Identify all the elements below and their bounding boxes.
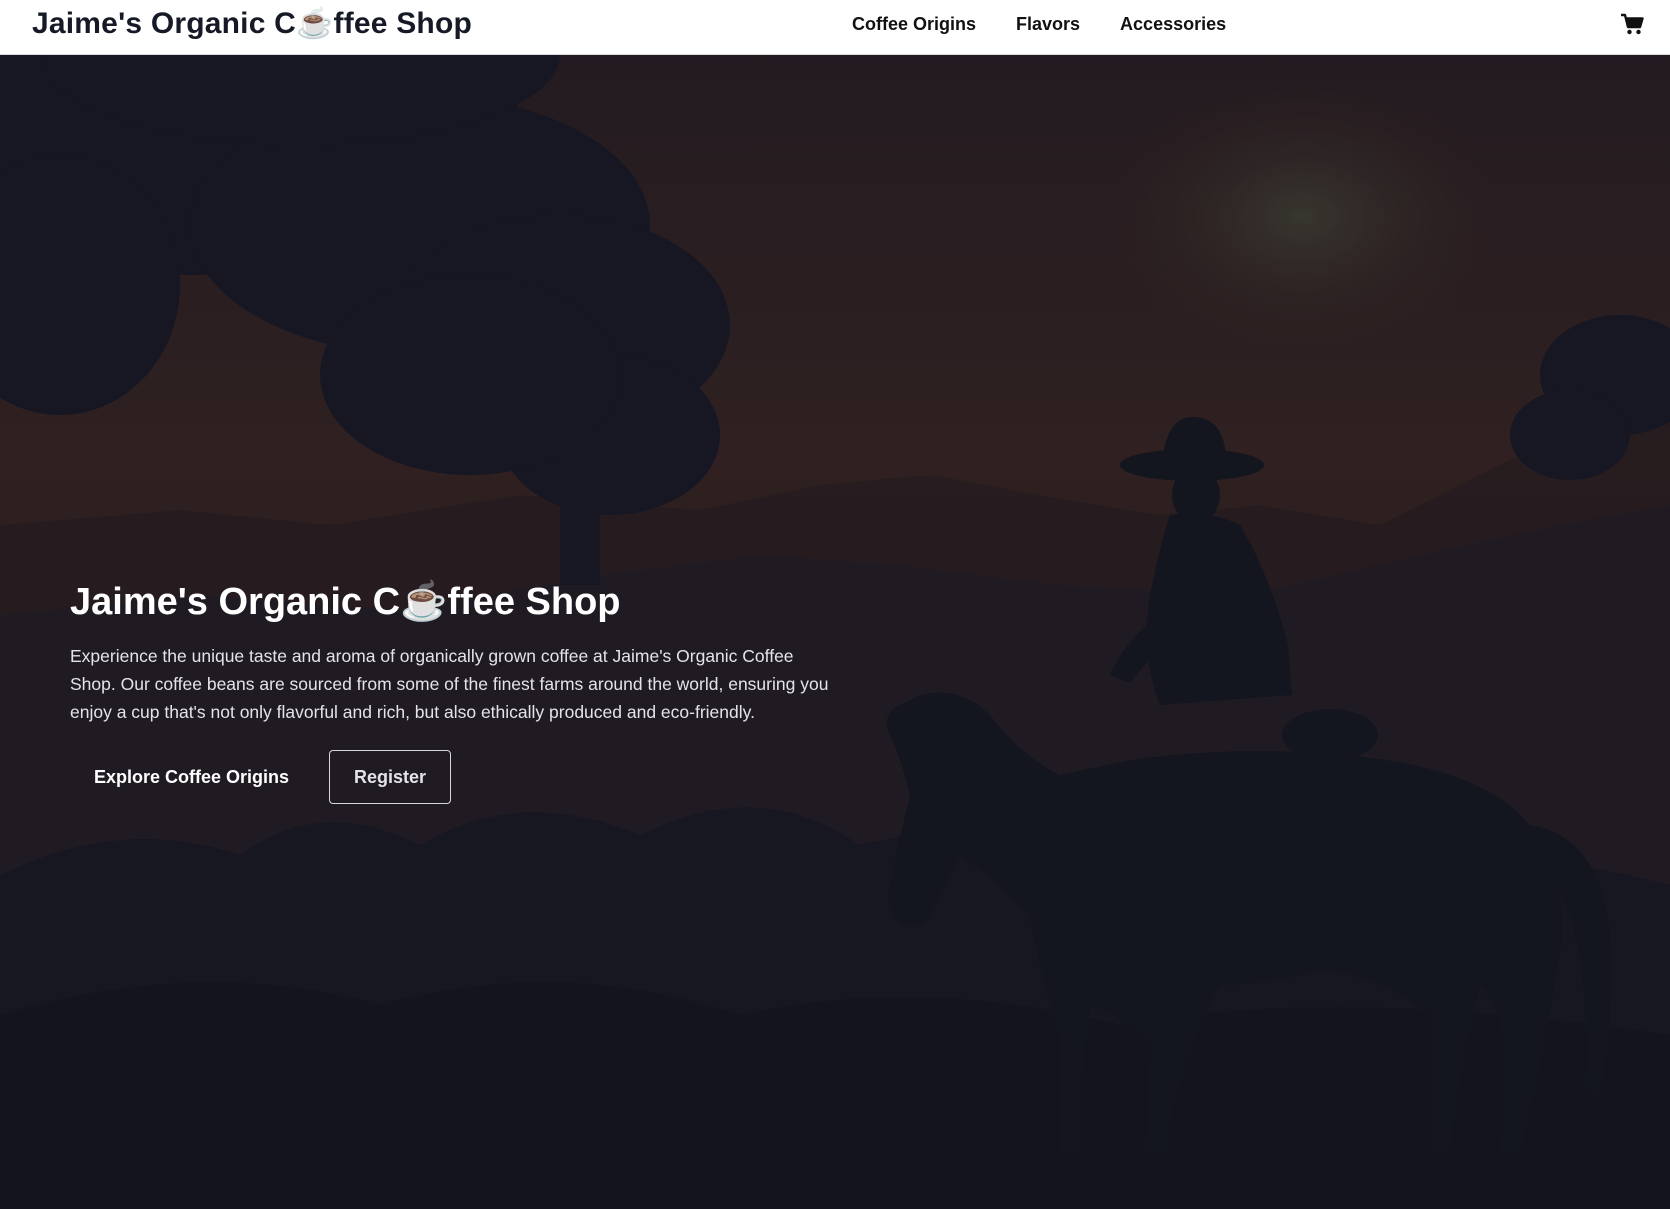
hero-title: Jaime's Organic C☕ffee Shop [70,581,621,623]
main-nav: Coffee Origins Flavors Accessories [852,14,1226,35]
hero-content: Jaime's Organic C☕ffee Shop Experience t… [70,580,850,806]
nav-link-coffee-origins[interactable]: Coffee Origins [852,14,976,35]
nav-link-accessories[interactable]: Accessories [1120,14,1226,35]
explore-coffee-origins-button[interactable]: Explore Coffee Origins [70,750,313,804]
register-button[interactable]: Register [329,750,451,804]
brand-logo[interactable]: Jaime's Organic C☕ffee Shop [32,6,472,41]
hero-section: Jaime's Organic C☕ffee Shop Experience t… [0,55,1670,1209]
hero-description: Experience the unique taste and aroma of… [70,646,829,722]
shopping-cart-icon[interactable] [1620,12,1644,36]
navbar: Jaime's Organic C☕ffee Shop Coffee Origi… [0,0,1670,55]
nav-link-flavors[interactable]: Flavors [1016,14,1080,35]
hero-button-group: Explore Coffee Origins Register [70,750,850,806]
